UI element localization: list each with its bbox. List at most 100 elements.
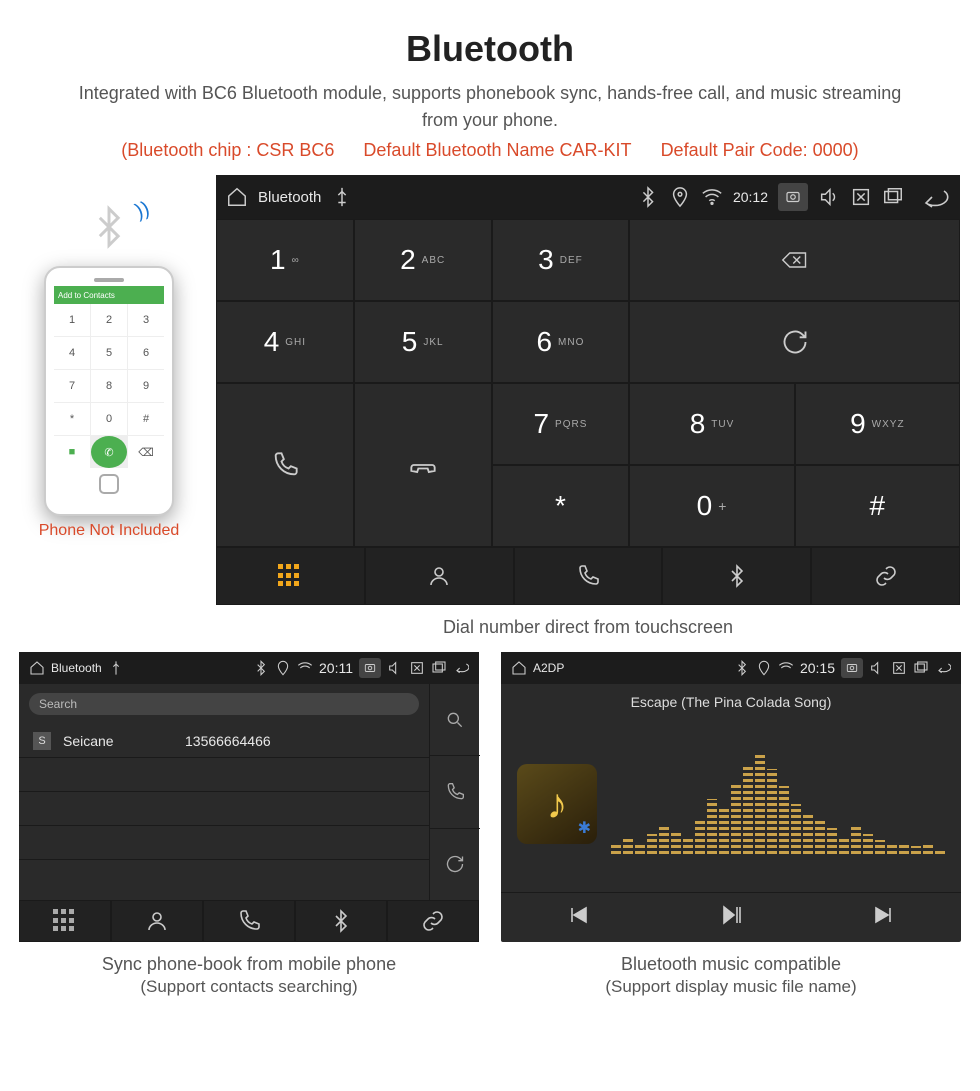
spec-name: Default Bluetooth Name CAR-KIT <box>363 140 631 160</box>
key-8[interactable]: 8TUV <box>629 383 794 465</box>
volume-icon[interactable] <box>818 186 840 208</box>
screen-title: Bluetooth <box>258 189 321 206</box>
tab-call-log[interactable] <box>203 900 295 942</box>
back-icon[interactable] <box>914 186 950 208</box>
contact-number: 13566664466 <box>185 733 271 749</box>
tab-contacts[interactable] <box>365 547 514 605</box>
screenshot-icon[interactable] <box>841 658 863 678</box>
close-icon[interactable] <box>891 660 907 676</box>
phone-mock-column: Add to Contacts 123 456 789 *0# ■✆⌫ Phon… <box>20 205 198 540</box>
contact-row[interactable]: S Seicane 13566664466 <box>19 724 429 758</box>
tab-contacts[interactable] <box>111 900 203 942</box>
key-1[interactable]: 1∞ <box>216 219 354 301</box>
bluetooth-signal-icon <box>87 205 131 260</box>
clock-time: 20:15 <box>800 660 835 676</box>
link-icon <box>421 909 445 933</box>
key-5[interactable]: 5JKL <box>354 301 492 383</box>
key-0[interactable]: 0+ <box>629 465 794 547</box>
music-screen: A2DP 20:15 Escape (The Pina Colada Song)… <box>501 652 961 942</box>
keypad-icon <box>278 564 302 588</box>
keypad-icon <box>53 909 77 933</box>
location-icon <box>669 186 691 208</box>
visualizer <box>611 754 945 854</box>
contacts-screen: Bluetooth 20:11 Search <box>19 652 479 942</box>
key-6[interactable]: 6MNO <box>492 301 630 383</box>
song-title: Escape (The Pina Colada Song) <box>501 684 961 716</box>
volume-icon[interactable] <box>869 660 885 676</box>
tab-pair[interactable] <box>387 900 479 942</box>
volume-icon[interactable] <box>387 660 403 676</box>
bluetooth-icon <box>734 660 750 676</box>
tab-bluetooth[interactable] <box>295 900 387 942</box>
next-track-button[interactable] <box>872 903 896 932</box>
prev-track-button[interactable] <box>566 903 590 932</box>
play-pause-button[interactable] <box>719 903 743 932</box>
tab-pair[interactable] <box>811 547 960 605</box>
home-icon[interactable] <box>511 660 527 676</box>
link-icon <box>874 564 898 588</box>
bottom-tabs <box>216 547 960 605</box>
phone-not-included-label: Phone Not Included <box>39 522 180 540</box>
screenshot-icon[interactable] <box>778 183 808 211</box>
bluetooth-icon <box>253 660 269 676</box>
search-button[interactable] <box>430 684 480 755</box>
clock-time: 20:11 <box>319 660 353 676</box>
bottom-tabs <box>19 900 479 942</box>
back-icon[interactable] <box>935 660 951 676</box>
empty-row <box>19 792 429 826</box>
spec-chip: (Bluetooth chip : CSR BC6 <box>121 140 334 160</box>
recent-apps-icon[interactable] <box>431 660 447 676</box>
empty-row <box>19 758 429 792</box>
screen-title: A2DP <box>533 661 564 675</box>
search-input[interactable]: Search <box>29 693 419 715</box>
key-2[interactable]: 2ABC <box>354 219 492 301</box>
home-icon[interactable] <box>226 186 248 208</box>
screenshot-icon[interactable] <box>359 658 381 678</box>
key-star[interactable]: * <box>492 465 630 547</box>
contacts-caption: Sync phone-book from mobile phone <box>102 942 396 975</box>
recent-apps-icon[interactable] <box>882 186 904 208</box>
music-caption: Bluetooth music compatible <box>621 942 841 975</box>
location-icon <box>275 660 291 676</box>
wifi-icon <box>778 660 794 676</box>
phone-mockup: Add to Contacts 123 456 789 *0# ■✆⌫ <box>44 266 174 516</box>
key-7[interactable]: 7PQRS <box>492 383 630 465</box>
sync-button[interactable] <box>430 828 480 900</box>
status-bar: Bluetooth 20:11 <box>19 652 479 684</box>
phone-icon <box>237 909 261 933</box>
album-art: ♪✱ <box>517 764 597 844</box>
bluetooth-icon <box>329 909 353 933</box>
key-4[interactable]: 4GHI <box>216 301 354 383</box>
key-3[interactable]: 3DEF <box>492 219 630 301</box>
key-9[interactable]: 9WXYZ <box>795 383 960 465</box>
call-button[interactable] <box>216 383 354 547</box>
location-icon <box>756 660 772 676</box>
backspace-key[interactable] <box>629 219 960 301</box>
usb-icon <box>108 660 124 676</box>
bluetooth-icon <box>725 564 749 588</box>
close-icon[interactable] <box>409 660 425 676</box>
contact-name: Seicane <box>63 733 173 749</box>
close-icon[interactable] <box>850 186 872 208</box>
key-hash[interactable]: # <box>795 465 960 547</box>
phone-keypad: 123 456 789 *0# ■✆⌫ <box>54 304 164 468</box>
contact-initial: S <box>33 732 51 750</box>
tab-keypad[interactable] <box>19 900 111 942</box>
bluetooth-icon <box>637 186 659 208</box>
spec-code: Default Pair Code: 0000) <box>661 140 859 160</box>
recent-apps-icon[interactable] <box>913 660 929 676</box>
call-contact-button[interactable] <box>430 755 480 827</box>
music-caption-sub: (Support display music file name) <box>605 975 856 1011</box>
hangup-button[interactable] <box>354 383 492 547</box>
empty-row <box>19 826 429 860</box>
back-icon[interactable] <box>453 660 469 676</box>
wifi-icon <box>701 186 723 208</box>
dialer-screen: Bluetooth 20:12 1∞ 2ABC 3DEF 4GHI 5JKL <box>216 175 960 605</box>
page-description: Integrated with BC6 Bluetooth module, su… <box>0 70 980 138</box>
tab-bluetooth[interactable] <box>662 547 811 605</box>
home-icon[interactable] <box>29 660 45 676</box>
tab-call-log[interactable] <box>514 547 663 605</box>
tab-keypad[interactable] <box>216 547 365 605</box>
dial-keypad: 1∞ 2ABC 3DEF 4GHI 5JKL 6MNO 7PQRS 8TUV 9… <box>216 219 960 547</box>
redial-key[interactable] <box>629 301 960 383</box>
